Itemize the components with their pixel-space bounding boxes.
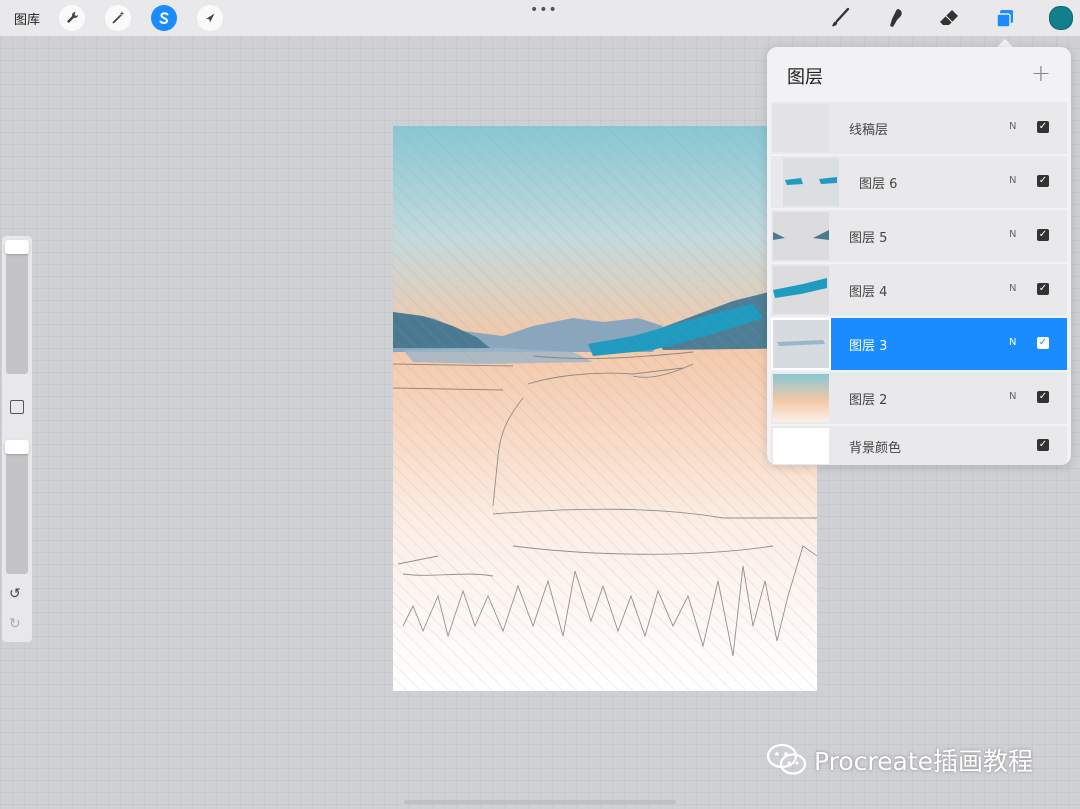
gallery-button[interactable]: 图库	[14, 9, 40, 28]
layer-name: 图层 5	[849, 231, 888, 246]
layers-panel: 图层 + 线稿层 N ✓ 图层 6 N ✓ 图层 5 N ✓ 图层 4 N ✓	[767, 47, 1071, 465]
visibility-checkbox[interactable]: ✓	[1037, 283, 1049, 295]
layer-row-selected[interactable]: 图层 3 N ✓	[771, 318, 1067, 370]
visibility-checkbox[interactable]: ✓	[1037, 121, 1049, 133]
wrench-icon	[67, 12, 78, 23]
wechat-icon	[766, 743, 807, 775]
visibility-checkbox[interactable]: ✓	[1037, 391, 1049, 403]
blend-mode[interactable]: N	[1009, 391, 1016, 402]
layers-button[interactable]	[993, 6, 1017, 30]
layer-name: 图层 3	[849, 339, 888, 354]
layer-row[interactable]: 图层 5 N ✓	[771, 210, 1067, 262]
layer-thumbnail	[773, 266, 829, 314]
blend-mode[interactable]: N	[1009, 229, 1016, 240]
visibility-checkbox[interactable]: ✓	[1037, 337, 1049, 349]
redo-button[interactable]: ↻	[9, 616, 21, 632]
layer-row[interactable]: 图层 2 N ✓	[771, 372, 1067, 424]
smudge-icon	[890, 9, 902, 27]
left-sidebar: ↺ ↻	[2, 236, 32, 642]
watermark-text: Procreate插画教程	[814, 747, 1034, 776]
selection-button[interactable]	[151, 5, 177, 31]
undo-button[interactable]: ↺	[9, 586, 21, 602]
transform-button[interactable]	[197, 5, 223, 31]
layer-row[interactable]: 图层 4 N ✓	[771, 264, 1067, 316]
color-picker-button[interactable]	[1049, 6, 1073, 30]
layers-icon	[996, 10, 1013, 28]
layer-thumbnail	[773, 212, 829, 260]
layer-thumbnail	[783, 158, 839, 206]
layer-thumbnail	[773, 374, 829, 422]
blend-mode[interactable]: N	[1009, 283, 1016, 294]
blend-mode[interactable]: N	[1009, 175, 1016, 186]
layer-thumbnail	[773, 104, 829, 152]
home-indicator	[404, 800, 676, 804]
brush-size-slider[interactable]	[5, 240, 29, 374]
arrow-cursor-icon	[206, 13, 215, 23]
adjustments-button[interactable]	[105, 5, 131, 31]
more-dots[interactable]: •••	[530, 2, 558, 18]
layer-name: 图层 6	[859, 177, 898, 192]
visibility-checkbox[interactable]: ✓	[1037, 439, 1049, 451]
visibility-checkbox[interactable]: ✓	[1037, 175, 1049, 187]
brush-icon	[832, 7, 850, 27]
add-layer-button[interactable]: +	[1031, 59, 1051, 87]
layer-thumbnail	[773, 428, 829, 464]
visibility-checkbox[interactable]: ✓	[1037, 229, 1049, 241]
modify-button[interactable]	[10, 400, 24, 414]
brush-size-handle[interactable]	[5, 240, 29, 254]
layer-row[interactable]: 线稿层 N ✓	[771, 102, 1067, 154]
layer-row-background[interactable]: 背景颜色 ✓	[771, 426, 1067, 465]
drawing-canvas[interactable]	[393, 126, 817, 691]
top-toolbar: 图库 •••	[0, 0, 1080, 37]
layer-name: 图层 2	[849, 393, 888, 408]
canvas-artwork[interactable]	[393, 126, 817, 691]
layer-name: 线稿层	[849, 123, 889, 138]
blend-mode[interactable]: N	[1009, 121, 1016, 132]
actions-button[interactable]	[59, 5, 85, 31]
opacity-handle[interactable]	[5, 440, 29, 454]
eraser-icon	[940, 10, 958, 25]
layer-name: 背景颜色	[849, 441, 902, 456]
blend-mode[interactable]: N	[1009, 337, 1016, 348]
eraser-tool[interactable]	[937, 6, 961, 30]
smudge-tool[interactable]	[883, 6, 907, 30]
layer-name: 图层 4	[849, 285, 888, 300]
layer-row[interactable]: 图层 6 N ✓	[771, 156, 1067, 208]
magic-wand-icon	[112, 11, 125, 24]
layer-thumbnail	[771, 318, 831, 370]
selection-s-icon	[159, 12, 169, 24]
layers-title: 图层	[787, 67, 823, 88]
watermark: Procreate插画教程	[766, 742, 1033, 778]
opacity-slider[interactable]	[5, 440, 29, 574]
brush-tool[interactable]	[828, 6, 852, 30]
